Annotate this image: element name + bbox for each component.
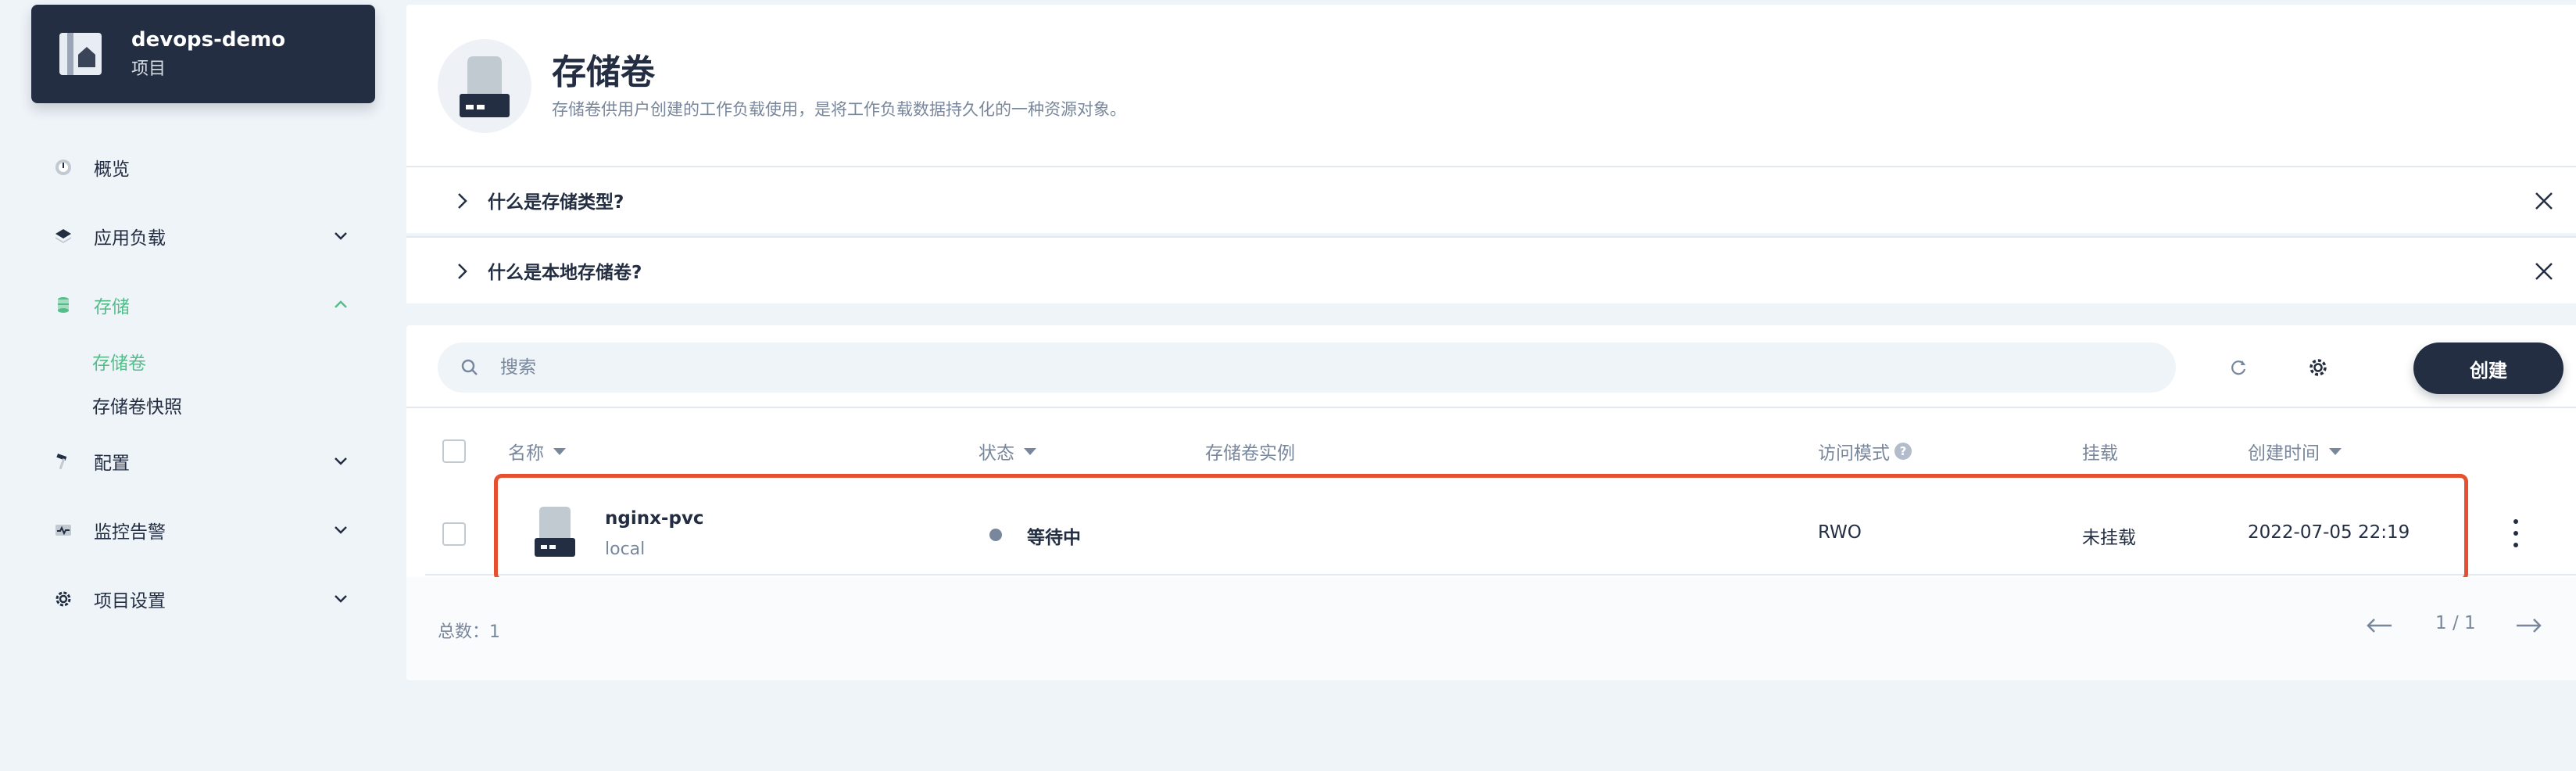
- arrow-left-icon[interactable]: [2363, 611, 2395, 640]
- page-description: 存储卷供用户创建的工作负载使用，是将工作负载数据持久化的一种资源对象。: [552, 100, 1126, 119]
- gear-icon: [2309, 359, 2327, 376]
- sidebar-item-label: 应用负载: [94, 228, 166, 249]
- column-created-label: 创建时间: [2248, 443, 2320, 464]
- sidebar-item-storage[interactable]: 存储: [31, 271, 375, 339]
- settings-button[interactable]: [2299, 349, 2337, 386]
- chevron-down-icon[interactable]: [330, 588, 352, 610]
- sidebar-item-project-settings[interactable]: 项目设置: [31, 565, 375, 633]
- sidebar-item-label: 概览: [94, 160, 130, 180]
- column-volume-instance: 存储卷实例: [1205, 438, 1295, 464]
- toolbar: 创建: [406, 325, 2576, 408]
- sidebar-item-label: 存储: [94, 297, 130, 317]
- mount-cell: 未挂载: [2082, 528, 2136, 548]
- volume-icon: [460, 56, 510, 117]
- sidebar-item-label: 项目设置: [94, 591, 166, 611]
- sidebar-item-workloads[interactable]: 应用负载: [31, 202, 375, 271]
- gear-icon: [53, 589, 73, 609]
- faq-label: 什么是存储类型?: [488, 192, 624, 213]
- chevron-up-icon[interactable]: [330, 294, 352, 316]
- status-text: 等待中: [1027, 528, 1081, 548]
- column-name-label: 名称: [508, 443, 544, 464]
- row-checkbox[interactable]: [442, 522, 466, 546]
- column-access-mode: 访问模式?: [1818, 438, 1912, 464]
- sort-caret-icon[interactable]: [553, 447, 566, 455]
- column-access-mode-label: 访问模式: [1818, 443, 1890, 464]
- help-icon[interactable]: ?: [1894, 443, 1912, 460]
- column-name[interactable]: 名称: [508, 438, 566, 464]
- column-status-label: 状态: [979, 443, 1014, 464]
- sidebar-subitem-volume-snapshots[interactable]: 存储卷快照: [31, 383, 375, 427]
- sidebar-item-label: 监控告警: [94, 522, 166, 543]
- column-mount-label: 挂载: [2082, 443, 2118, 464]
- project-card[interactable]: devops-demo 项目: [31, 5, 375, 103]
- more-actions-icon[interactable]: [2510, 519, 2521, 547]
- chevron-down-icon[interactable]: [330, 225, 352, 247]
- sort-caret-icon[interactable]: [2329, 447, 2342, 455]
- hammer-icon: [53, 451, 73, 472]
- volume-name-link[interactable]: nginx-pvc: [605, 508, 704, 529]
- page-title: 存储卷: [552, 52, 655, 92]
- close-icon[interactable]: [2531, 188, 2557, 214]
- dashboard-icon: [53, 157, 73, 178]
- refresh-button[interactable]: [2220, 349, 2257, 386]
- sidebar-item-overview[interactable]: 概览: [31, 133, 375, 202]
- close-icon[interactable]: [2531, 258, 2557, 285]
- page-indicator: 1 / 1: [2435, 613, 2476, 633]
- search-bar[interactable]: [438, 342, 2176, 393]
- sidebar-item-configuration[interactable]: 配置: [31, 427, 375, 496]
- volume-icon: [535, 507, 575, 557]
- table-row[interactable]: nginx-pvc local 等待中 RWO 未挂载 2022-07-05 2…: [425, 474, 2576, 582]
- row-highlight-annotation: [494, 474, 2468, 582]
- sort-caret-icon[interactable]: [1024, 447, 1036, 455]
- arrow-right-icon[interactable]: [2513, 611, 2545, 640]
- chevron-right-icon[interactable]: [450, 260, 474, 283]
- created-time-cell: 2022-07-05 22:19: [2248, 522, 2410, 543]
- chevron-down-icon[interactable]: [330, 450, 352, 472]
- sidebar-item-label: 配置: [94, 454, 130, 474]
- faq-label: 什么是本地存储卷?: [488, 263, 642, 283]
- access-mode-cell: RWO: [1818, 522, 1862, 543]
- page-header: 存储卷 存储卷供用户创建的工作负载使用，是将工作负载数据持久化的一种资源对象。: [406, 5, 2576, 166]
- column-created[interactable]: 创建时间: [2248, 438, 2342, 464]
- chevron-down-icon[interactable]: [330, 519, 352, 541]
- search-icon: [461, 359, 478, 375]
- column-volume-instance-label: 存储卷实例: [1205, 443, 1295, 464]
- faq-storage-class[interactable]: 什么是存储类型?: [406, 166, 2576, 233]
- storage-class: local: [605, 540, 646, 559]
- chevron-right-icon[interactable]: [450, 189, 474, 213]
- layers-icon: [53, 226, 73, 246]
- create-button[interactable]: 创建: [2413, 342, 2563, 394]
- column-status[interactable]: 状态: [979, 438, 1036, 464]
- monitor-icon: [53, 520, 73, 540]
- project-icon: [56, 30, 105, 78]
- table-header: 名称 状态 存储卷实例 访问模式? 挂载 创建时间: [406, 408, 2576, 489]
- volumes-panel: 创建 名称 状态 存储卷实例 访问模式? 挂载 创建时间 nginx-pvc: [406, 325, 2576, 680]
- project-name: devops-demo: [131, 28, 286, 52]
- total-count: 总数：1: [438, 622, 500, 642]
- select-all-checkbox[interactable]: [442, 439, 466, 463]
- search-input[interactable]: [500, 357, 1985, 378]
- table-footer: 总数：1 1 / 1: [406, 577, 2576, 680]
- database-icon: [53, 295, 73, 315]
- refresh-icon: [2231, 360, 2246, 375]
- sidebar-item-monitoring[interactable]: 监控告警: [31, 496, 375, 565]
- sidebar-nav: 概览 应用负载 存储 存储卷 存储卷快照 配置 监控告警 项目设置: [31, 133, 375, 633]
- column-mount: 挂载: [2082, 438, 2118, 464]
- project-type: 项目: [131, 59, 166, 79]
- status-dot-icon: [989, 529, 1002, 541]
- faq-local-volume[interactable]: 什么是本地存储卷?: [406, 236, 2576, 303]
- sidebar-subitem-volumes[interactable]: 存储卷: [31, 339, 375, 383]
- volume-badge: [438, 39, 531, 133]
